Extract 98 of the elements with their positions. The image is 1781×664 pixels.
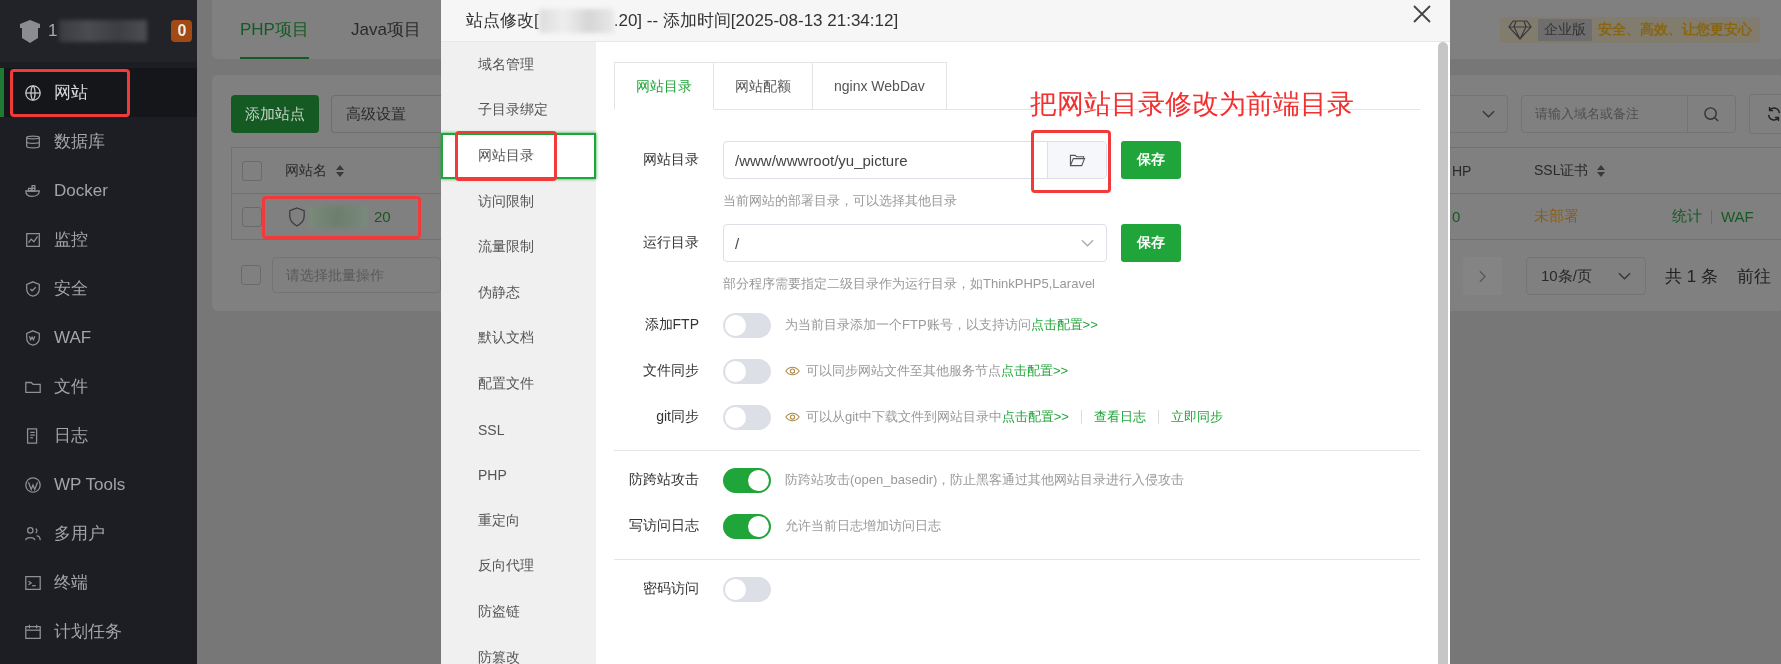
castle-logo-icon [18,18,42,44]
checkbox[interactable] [242,206,262,227]
link[interactable]: 查看日志 [1093,408,1146,426]
w-circle-icon [24,475,42,494]
scrollbar[interactable] [1438,42,1448,664]
field-label: git同步 [655,408,699,426]
sidebar-item[interactable]: 终端 [0,558,197,607]
directory-tab[interactable]: 网站目录 [614,62,714,110]
dialog-title: 站点修改[ [466,10,539,32]
sidebar-item[interactable]: 数据库 [0,117,197,166]
advanced-settings-button[interactable]: 高级设置 [331,95,441,133]
sidebar-item[interactable]: 计划任务 [0,607,197,656]
settings-menu-item[interactable]: 重定向 [441,497,596,544]
column-header[interactable]: SSL证书 [1534,161,1589,180]
refresh-button[interactable] [1749,94,1781,134]
next-page-button[interactable] [1463,257,1502,295]
field-label: 文件同步 [642,362,699,380]
settings-menu-item[interactable]: 配置文件 [441,361,596,407]
globe-icon [24,83,42,102]
column-header[interactable]: 网站名 [285,161,327,180]
total-count: 共 1 条 [1665,265,1718,288]
directory-tab[interactable]: 网站配额 [714,62,813,109]
settings-menu-item[interactable]: 流量限制 [441,224,596,270]
column-header: HP [1451,162,1473,179]
goto-label: 前往 [1736,265,1771,288]
field-label: 网站目录 [642,151,699,169]
server-name: 1 [48,21,58,41]
terminal-icon [24,573,42,592]
settings-menu-item[interactable]: 防盗链 [441,589,596,635]
chevron-down-icon [1618,272,1631,280]
sidebar-item[interactable]: 监控 [0,215,197,264]
sort-icon[interactable] [335,163,345,178]
notification-badge[interactable]: 0 [171,20,193,42]
field-label: 添加FTP [643,316,699,334]
sidebar-item[interactable]: 安全 [0,264,197,313]
shield-icon [24,328,42,347]
waf-shield-icon [288,206,306,227]
toggle-switch[interactable] [723,576,771,602]
directory-tab[interactable]: nginx WebDav [813,62,947,109]
folder-icon [1068,152,1086,168]
settings-menu-item[interactable]: 反向代理 [441,543,596,590]
run-directory-select[interactable]: / [723,224,1107,262]
hint-text: 可以从git中下载文件到网站目录中 [806,408,1002,426]
search-icon [1703,105,1720,123]
toggle-switch[interactable] [723,358,771,384]
sidebar-item[interactable]: WP Tools [0,460,197,509]
sidebar-item[interactable]: 文件 [0,362,197,411]
settings-menu-item[interactable]: 访问限制 [441,178,596,225]
toggle-switch[interactable] [723,404,771,430]
toggle-switch[interactable] [723,312,771,338]
link[interactable]: 点击配置>> [1001,408,1069,426]
filter-select[interactable] [1450,95,1508,133]
search-button[interactable] [1688,95,1736,133]
field-label: 防跨站攻击 [628,471,699,489]
settings-menu-item[interactable]: 网站目录 [441,133,596,179]
shield-icon [24,279,42,298]
settings-menu-item[interactable]: 防篡改 [441,634,596,664]
diamond-icon [1508,19,1532,40]
link[interactable]: 点击配置>> [1001,362,1069,380]
toggle-switch[interactable] [723,513,771,539]
chevron-right-icon [1479,269,1486,283]
project-tab[interactable]: Java项目 [350,18,421,59]
field-label: 写访问日志 [628,517,699,535]
settings-menu-item[interactable]: 伪静态 [441,269,596,316]
settings-menu-item[interactable]: 域名管理 [441,42,596,88]
path-input-field[interactable]: /www/wwwroot/yu_picture [723,141,1107,179]
dialog-title: .20] -- 添加时间[2025-08-13 21:34:12] [613,10,899,32]
hint-text: 可以同步网站文件至其他服务节点 [806,362,1001,380]
close-icon[interactable] [1412,4,1432,24]
chevron-down-icon [1482,110,1495,118]
chart-icon [24,230,42,249]
folder-button[interactable] [1047,142,1106,178]
add-site-button[interactable]: 添加站点 [231,95,319,133]
settings-menu-item[interactable]: 子目录绑定 [441,87,596,134]
hint-text: 当前网站的部署目录，可以选择其他目录 [723,192,958,210]
link[interactable]: 点击配置>> [1030,316,1098,334]
toggle-switch[interactable] [723,467,771,493]
hint-text: 防跨站攻击(open_basedir)，防止黑客通过其他网站目录进行入侵攻击 [785,471,1185,489]
calendar-icon [24,622,42,641]
sort-icon[interactable] [1596,163,1607,178]
refresh-icon [1766,106,1781,122]
page-size-select[interactable]: 10条/页 [1526,257,1646,295]
users-icon [24,524,42,543]
sidebar-item[interactable]: 网站 [0,68,197,117]
sidebar-item[interactable]: 多用户 [0,509,197,558]
field-label: 运行目录 [642,234,699,252]
hint-text: 部分程序需要指定二级目录作为运行目录，如ThinkPHP5,Laravel [723,275,1096,293]
settings-menu-item[interactable]: SSL [441,406,596,453]
sidebar-item[interactable]: WAF [0,313,197,362]
link[interactable]: 立即同步 [1170,408,1223,426]
hint-text: 允许当前日志增加访问日志 [785,517,941,535]
settings-menu-item[interactable]: PHP [441,452,596,498]
sidebar-item[interactable]: Docker [0,166,197,215]
field-label: 密码访问 [642,580,699,598]
sidebar-item[interactable]: 日志 [0,411,197,460]
annotation-text: 把网站目录修改为前端目录 [1030,88,1354,121]
chevron-down-icon [1081,239,1094,247]
settings-menu-item[interactable]: 默认文档 [441,315,596,362]
